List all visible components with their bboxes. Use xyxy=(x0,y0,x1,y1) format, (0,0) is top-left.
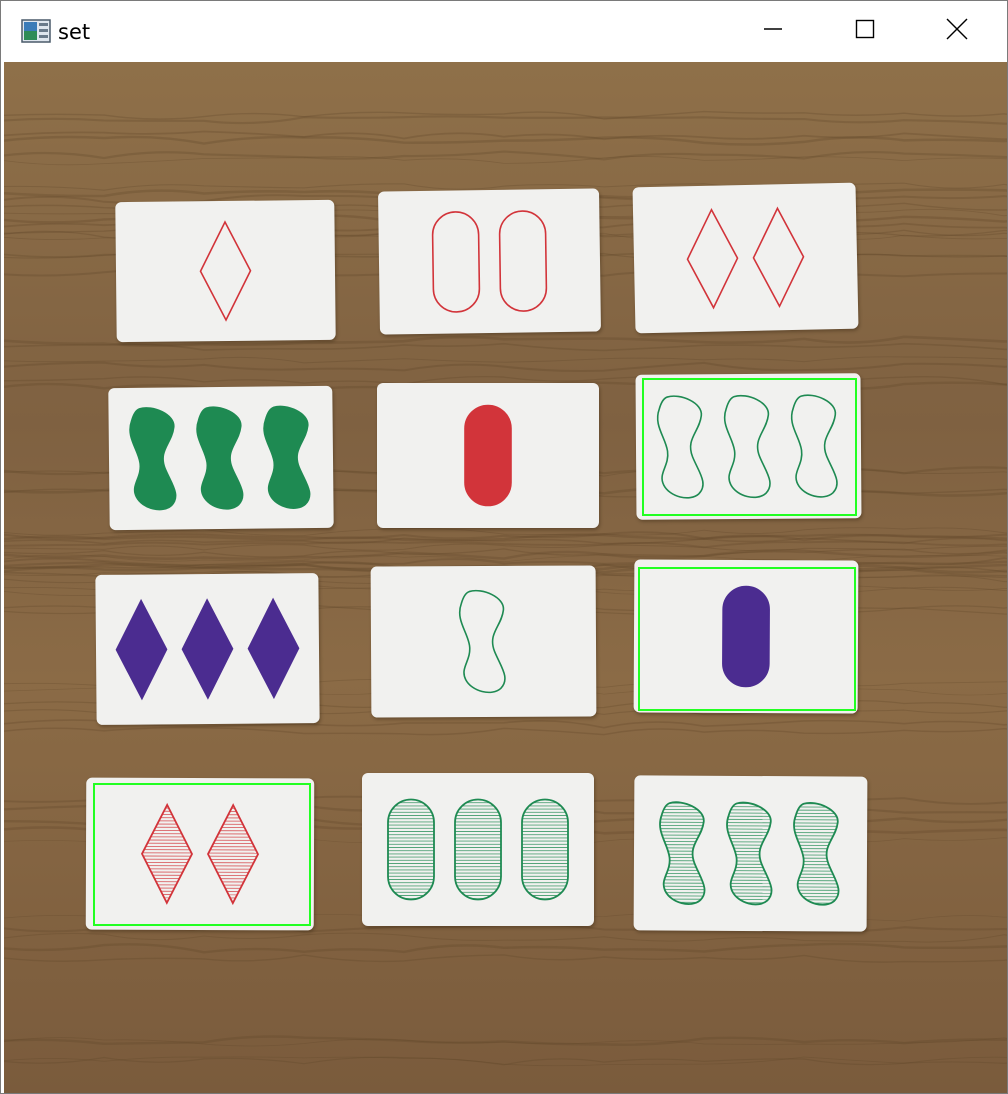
set-highlight-box xyxy=(93,783,311,926)
diamond-symbol xyxy=(199,220,252,322)
maximize-button[interactable] xyxy=(819,1,911,62)
oval-symbol xyxy=(431,211,481,313)
set-highlight-box xyxy=(638,567,856,711)
squiggle-symbol xyxy=(793,802,840,906)
set-card xyxy=(377,383,599,528)
set-card xyxy=(95,573,320,725)
close-button[interactable] xyxy=(911,1,1003,62)
diamond-symbol xyxy=(686,207,739,310)
window-title: set xyxy=(58,20,91,44)
diamond-symbol xyxy=(181,598,234,700)
set-highlight-box xyxy=(642,378,857,516)
set-card xyxy=(632,182,859,334)
oval-symbol xyxy=(454,798,502,901)
oval-symbol xyxy=(464,404,512,507)
image-window: set xyxy=(0,0,1008,1094)
close-icon xyxy=(946,18,968,45)
set-card xyxy=(370,565,597,718)
diamond-symbol xyxy=(247,597,300,700)
oval-symbol xyxy=(387,798,435,901)
diamond-symbol xyxy=(115,598,168,701)
squiggle-symbol xyxy=(129,407,177,511)
squiggle-symbol xyxy=(458,589,506,694)
set-card xyxy=(633,775,868,932)
squiggle-symbol xyxy=(659,801,706,905)
oval-symbol xyxy=(521,798,569,901)
minimize-icon xyxy=(763,19,783,44)
set-card xyxy=(115,199,336,343)
diamond-symbol xyxy=(752,206,805,309)
maximize-icon xyxy=(855,19,875,44)
set-card xyxy=(362,773,594,926)
squiggle-symbol xyxy=(263,405,311,509)
squiggle-symbol xyxy=(726,801,773,906)
squiggle-symbol xyxy=(196,406,244,510)
minimize-button[interactable] xyxy=(727,1,819,62)
image-canvas xyxy=(4,62,1007,1093)
set-card xyxy=(378,188,601,335)
oval-symbol xyxy=(498,210,548,312)
set-card xyxy=(108,385,334,531)
title-bar[interactable]: set xyxy=(1,1,1007,62)
image-window-icon xyxy=(21,19,51,43)
